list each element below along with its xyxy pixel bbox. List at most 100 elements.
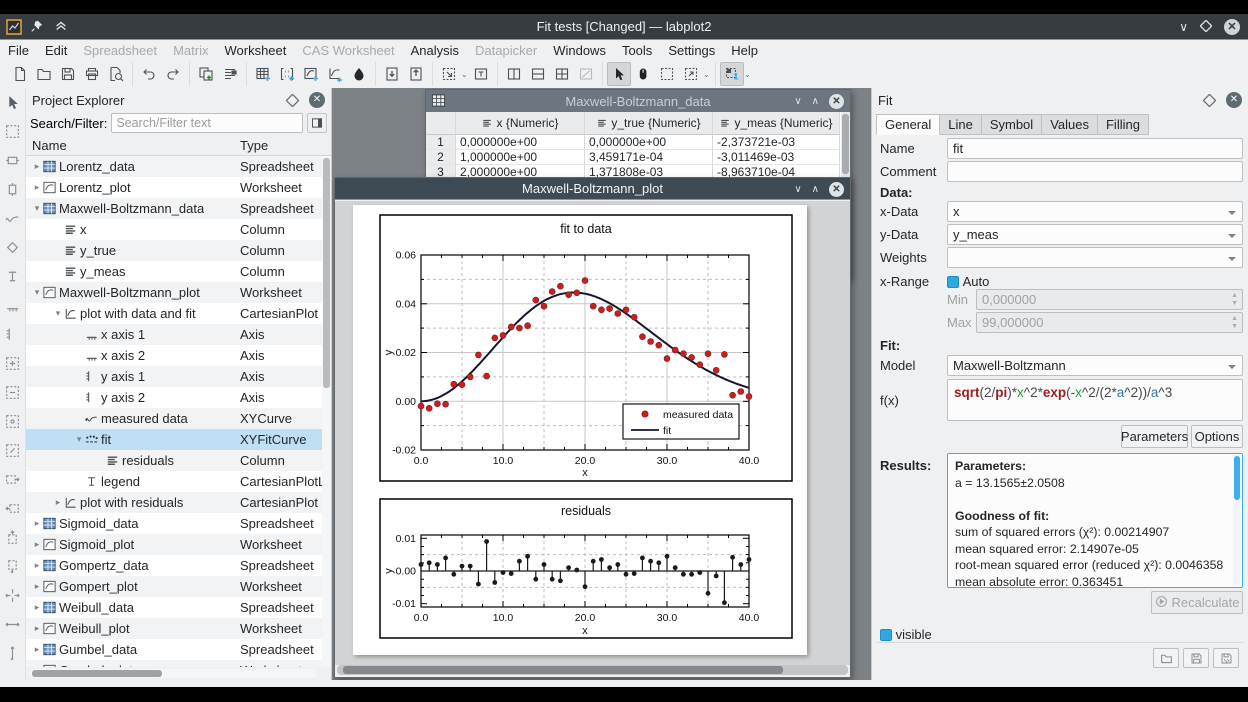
name-field[interactable]: fit xyxy=(947,138,1243,159)
new-spreadsheet-button[interactable] xyxy=(251,62,275,86)
column-header[interactable]: y_meas {Numeric} xyxy=(713,112,840,135)
search-filter-input[interactable] xyxy=(111,113,303,133)
spreadsheet-cell[interactable]: 3,459171e-04 xyxy=(585,150,713,165)
float-dock-icon[interactable] xyxy=(1203,94,1216,107)
worksheet-window-titlebar[interactable]: Maxwell-Boltzmann_plot ∨ ∧ ✕ xyxy=(335,178,850,200)
close-dock-icon[interactable]: ✕ xyxy=(1226,92,1242,108)
tree-item-lorentz-data[interactable]: ▸Lorentz_dataSpreadsheet xyxy=(26,156,322,177)
tree-header[interactable]: Name Type xyxy=(26,136,331,156)
spreadsheet-cell[interactable]: 0,000000e+00 xyxy=(456,135,585,150)
zoom-in-button[interactable] xyxy=(3,353,23,373)
menu-worksheet[interactable]: Worksheet xyxy=(216,43,294,58)
worksheet-window[interactable]: Maxwell-Boltzmann_plot ∨ ∧ ✕ fit to data… xyxy=(334,177,851,678)
spreadsheet-cell[interactable]: -3,011469e-03 xyxy=(713,150,840,165)
expander-icon[interactable]: ▸ xyxy=(32,560,42,571)
spreadsheet-row[interactable]: 10,000000e+000,000000e+00-2,373721e-03 xyxy=(426,135,850,150)
formula-field[interactable]: sqrt(2/pi)*x^2*exp(-x^2/(2*a^2))/a^3 xyxy=(947,379,1243,421)
shift-right-button[interactable] xyxy=(3,469,23,489)
zoom-select-region-button[interactable] xyxy=(3,121,23,141)
new-workbook-button[interactable] xyxy=(194,62,218,86)
tree-item-y-true[interactable]: y_trueColumn xyxy=(26,240,322,261)
subwindow-minimize-icon[interactable]: ∨ xyxy=(794,96,801,107)
maximize-button[interactable] xyxy=(1200,20,1212,35)
model-combobox[interactable]: Maxwell-Boltzmann xyxy=(947,355,1243,376)
add-text-label-button[interactable] xyxy=(469,62,493,86)
tree-item-x-axis-1[interactable]: x axis 1Axis xyxy=(26,324,322,345)
worksheet-view[interactable]: fit to data-0.020.000.020.040.060.010.02… xyxy=(335,201,850,665)
presenter-page-one-button[interactable]: 1 xyxy=(720,62,744,86)
spreadsheet-window-titlebar[interactable]: Maxwell-Boltzmann_data ∨ ∧ ✕ xyxy=(426,90,850,112)
shift-down-button[interactable] xyxy=(3,556,23,576)
expander-icon[interactable]: ▸ xyxy=(32,644,42,655)
tree-item-plot-with-data-and-fit[interactable]: ▾plot with data and fitCartesianPlot xyxy=(26,303,322,324)
subwindow-close-icon[interactable]: ✕ xyxy=(829,94,844,109)
menu-edit[interactable]: Edit xyxy=(37,43,75,58)
column-header-type[interactable]: Type xyxy=(240,138,331,153)
tree-item-weibull-data[interactable]: ▸Weibull_dataSpreadsheet xyxy=(26,597,322,618)
options-button[interactable]: Options xyxy=(1191,425,1243,448)
visible-checkbox[interactable]: visible xyxy=(880,627,932,642)
residuals-plot[interactable]: residuals-0.010.000.010.010.020.030.040.… xyxy=(379,498,793,639)
new-worksheet-button[interactable] xyxy=(299,62,323,86)
min-spinbox[interactable]: 0,000000▲▼ xyxy=(976,289,1243,310)
menu-help[interactable]: Help xyxy=(723,43,766,58)
tree-vertical-scrollbar[interactable] xyxy=(322,156,331,667)
filter-options-icon[interactable] xyxy=(307,113,327,133)
expander-icon[interactable]: ▸ xyxy=(32,518,42,529)
expander-icon[interactable]: ▸ xyxy=(32,539,42,550)
scale-auto-x-button[interactable] xyxy=(3,614,23,634)
parameters-button[interactable]: Parameters xyxy=(1121,425,1188,448)
tree-item-plot-with-residuals[interactable]: ▸plot with residualsCartesianPlot xyxy=(26,492,322,513)
close-button[interactable]: ✕ xyxy=(1224,19,1240,35)
zoom-mode-dropdown-icon[interactable]: ⌄ xyxy=(461,70,469,79)
tree-item-gompertz-data[interactable]: ▸Gompertz_dataSpreadsheet xyxy=(26,555,322,576)
spreadsheet-cell[interactable]: 1,000000e+00 xyxy=(456,150,585,165)
tab-general[interactable]: General xyxy=(876,114,940,135)
edit-redo-button[interactable] xyxy=(161,62,185,86)
add-x-axis-button[interactable] xyxy=(3,295,23,315)
document-new-button[interactable] xyxy=(8,62,32,86)
print-preview-button[interactable] xyxy=(104,62,128,86)
tab-filling[interactable]: Filling xyxy=(1098,114,1149,135)
save-as-default-button[interactable] xyxy=(1213,648,1239,668)
document-save-button[interactable] xyxy=(56,62,80,86)
tree-item-maxwell-boltzmann-plot[interactable]: ▾Maxwell-Boltzmann_plotWorksheet xyxy=(26,282,322,303)
menu-settings[interactable]: Settings xyxy=(660,43,723,58)
expander-icon[interactable]: ▸ xyxy=(32,602,42,613)
expander-icon[interactable]: ▾ xyxy=(74,434,84,445)
import-data-button[interactable] xyxy=(380,62,404,86)
export-data-button[interactable] xyxy=(404,62,428,86)
tree-item-y-meas[interactable]: y_measColumn xyxy=(26,261,322,282)
tree-item-weibull-plot[interactable]: ▸Weibull_plotWorksheet xyxy=(26,618,322,639)
results-field[interactable]: Parameters:a = 13.1565±2.0508 Goodness o… xyxy=(947,453,1243,588)
menu-windows[interactable]: Windows xyxy=(545,43,614,58)
column-header-name[interactable]: Name xyxy=(26,138,240,153)
expander-icon[interactable]: ▸ xyxy=(32,161,42,172)
expander-icon[interactable]: ▸ xyxy=(32,623,42,634)
shade-icon[interactable] xyxy=(54,19,70,35)
pan-vertical-button[interactable] xyxy=(3,179,23,199)
recalculate-button[interactable]: Recalculate xyxy=(1151,591,1243,614)
minimize-button[interactable]: ∨ xyxy=(1179,20,1188,34)
subwindow-restore-icon[interactable]: ∧ xyxy=(812,184,819,195)
y-data-combobox[interactable]: y_meas xyxy=(947,224,1243,245)
select-cursor-button[interactable] xyxy=(3,92,23,112)
x-data-combobox[interactable]: x xyxy=(947,201,1243,222)
navigate-mode-button[interactable] xyxy=(631,62,655,86)
tree-item-gompert-plot[interactable]: ▸Gompert_plotWorksheet xyxy=(26,576,322,597)
tree-item-legend[interactable]: legendCartesianPlotL xyxy=(26,471,322,492)
subwindow-minimize-icon[interactable]: ∨ xyxy=(794,184,801,195)
add-legend-button[interactable] xyxy=(3,266,23,286)
menu-tools[interactable]: Tools xyxy=(614,43,660,58)
tab-line[interactable]: Line xyxy=(940,114,982,135)
tree-item-maxwell-boltzmann-data[interactable]: ▾Maxwell-Boltzmann_dataSpreadsheet xyxy=(26,198,322,219)
subwindow-close-icon[interactable]: ✕ xyxy=(829,182,844,197)
tree-item-sigmoid-data[interactable]: ▸Sigmoid_dataSpreadsheet xyxy=(26,513,322,534)
layout-horizontal-button[interactable] xyxy=(526,62,550,86)
document-print-button[interactable] xyxy=(80,62,104,86)
menu-analysis[interactable]: Analysis xyxy=(403,43,467,58)
float-dock-icon[interactable] xyxy=(286,94,299,107)
spreadsheet-cell[interactable]: -2,373721e-03 xyxy=(713,135,840,150)
layout-vertical-button[interactable] xyxy=(502,62,526,86)
presenter-page-one-dropdown-icon[interactable]: ⌄ xyxy=(744,70,752,79)
